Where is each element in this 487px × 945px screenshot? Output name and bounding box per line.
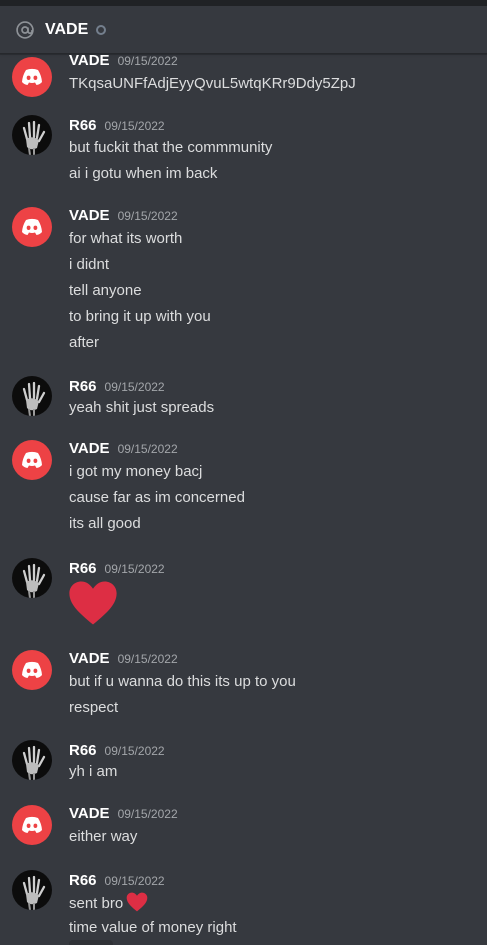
message-header: VADE 09/15/2022	[69, 805, 178, 825]
discord-logo-avatar[interactable]	[12, 57, 52, 97]
message-header: VADE 09/15/2022	[69, 55, 178, 72]
message-text: sent bro	[69, 895, 124, 912]
timestamp: 09/15/2022	[117, 652, 178, 666]
skeleton-hand-avatar[interactable]	[12, 558, 52, 598]
timestamp: 09/15/2022	[104, 380, 165, 394]
timestamp: 09/15/2022	[117, 209, 178, 223]
message-text: tell anyone	[69, 282, 142, 299]
message-header: R66 09/15/2022	[69, 560, 165, 580]
message-text: either way	[69, 828, 138, 845]
message-text: i got my money bacj	[69, 463, 203, 480]
offline-status-icon	[96, 24, 107, 35]
message-text: after	[69, 334, 100, 351]
username[interactable]: R66	[69, 872, 97, 889]
message-text: TKqsaUNFfAdjEyyQvuL5wtqKRr9Ddy5ZpJ	[69, 75, 356, 92]
timestamp: 09/15/2022	[117, 55, 178, 68]
channel-header: VADE	[0, 6, 487, 54]
username[interactable]: VADE	[69, 55, 110, 69]
skeleton-hand-avatar[interactable]	[12, 740, 52, 780]
message-text: but fuckit that the commmunity	[69, 139, 273, 156]
username[interactable]: VADE	[69, 805, 110, 822]
username[interactable]: R66	[69, 117, 97, 134]
message-text: yeah shit just spreads	[69, 399, 215, 416]
message-line: sent bro	[69, 892, 148, 912]
message-text: i didnt	[69, 256, 110, 273]
username[interactable]: VADE	[69, 207, 110, 224]
heart-emoji-icon[interactable]	[126, 892, 148, 918]
message-text: ai i gotu when im back	[69, 165, 218, 182]
message-text: yh i am	[69, 763, 118, 780]
message-header: R66 09/15/2022	[69, 872, 165, 892]
message-list[interactable]: VADE 09/15/2022 TKqsaUNFfAdjEyyQvuL5wtqK…	[0, 55, 487, 945]
skeleton-hand-avatar[interactable]	[12, 115, 52, 155]
username[interactable]: VADE	[69, 440, 110, 457]
message-header: VADE 09/15/2022	[69, 440, 178, 460]
discord-logo-avatar[interactable]	[12, 207, 52, 247]
message-header: VADE 09/15/2022	[69, 207, 178, 227]
attachment-preview[interactable]	[69, 940, 113, 945]
username[interactable]: R66	[69, 742, 97, 759]
message-text: respect	[69, 699, 119, 716]
message-text: cause far as im concerned	[69, 489, 245, 506]
discord-logo-avatar[interactable]	[12, 650, 52, 690]
message-header: R66 09/15/2022	[69, 742, 165, 762]
username[interactable]: R66	[69, 560, 97, 577]
message-text: to bring it up with you	[69, 308, 211, 325]
timestamp: 09/15/2022	[104, 119, 165, 133]
message-header: R66 09/15/2022	[69, 378, 165, 398]
discord-logo-avatar[interactable]	[12, 805, 52, 845]
discord-logo-avatar[interactable]	[12, 440, 52, 480]
message-text: its all good	[69, 515, 141, 532]
timestamp: 09/15/2022	[117, 807, 178, 821]
heart-emoji-icon[interactable]	[68, 580, 118, 631]
skeleton-hand-avatar[interactable]	[12, 870, 52, 910]
timestamp: 09/15/2022	[117, 442, 178, 456]
timestamp: 09/15/2022	[104, 874, 165, 888]
message-header: VADE 09/15/2022	[69, 650, 178, 670]
skeleton-hand-avatar[interactable]	[12, 376, 52, 416]
at-icon	[14, 19, 36, 41]
message-text: for what its worth	[69, 230, 183, 247]
message-text: time value of money right	[69, 919, 237, 936]
username[interactable]: VADE	[69, 650, 110, 667]
message-text: but if u wanna do this its up to you	[69, 673, 296, 690]
timestamp: 09/15/2022	[104, 562, 165, 576]
timestamp: 09/15/2022	[104, 744, 165, 758]
message-header: R66 09/15/2022	[69, 117, 165, 137]
channel-title: VADE	[45, 20, 89, 38]
username[interactable]: R66	[69, 378, 97, 395]
